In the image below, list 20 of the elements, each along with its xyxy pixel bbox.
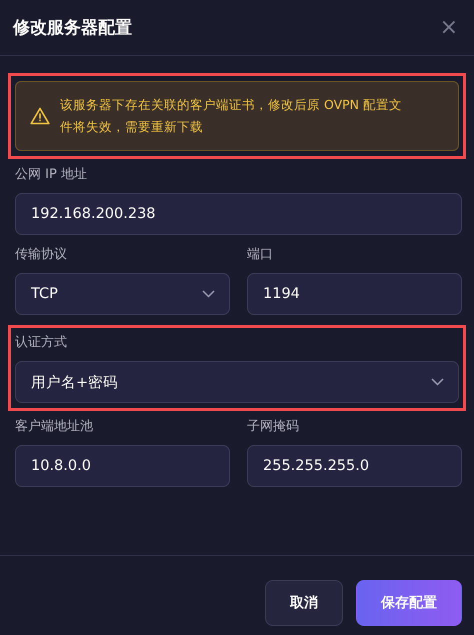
save-button[interactable]: 保存配置 (356, 580, 462, 626)
warning-icon (30, 107, 50, 125)
cancel-button[interactable]: 取消 (265, 580, 343, 626)
field-label: 传输协议 (15, 246, 67, 263)
field-label: 子网掩码 (247, 418, 299, 435)
warning-text: 该服务器下存在关联的客户端证书，修改后原 OVPN 配置文件将失效，需要重新下载 (60, 96, 404, 136)
close-button[interactable]: × (440, 16, 458, 38)
input-field[interactable]: 10.8.0.0 (15, 445, 230, 487)
field-label: 公网 IP 地址 (15, 166, 87, 183)
field-label: 端口 (247, 246, 273, 263)
input-field[interactable]: 255.255.255.0 (247, 445, 462, 487)
select-field[interactable]: 用户名+密码 (15, 361, 459, 403)
chevron-down-icon (202, 290, 215, 298)
field-label: 认证方式 (15, 334, 67, 351)
dialog-title: 修改服务器配置 (13, 17, 132, 39)
select-field[interactable]: TCP (15, 273, 230, 315)
input-field[interactable]: 1194 (247, 273, 462, 315)
input-field[interactable]: 192.168.200.238 (15, 193, 462, 235)
field-label: 客户端地址池 (15, 418, 93, 435)
chevron-down-icon (431, 378, 444, 386)
